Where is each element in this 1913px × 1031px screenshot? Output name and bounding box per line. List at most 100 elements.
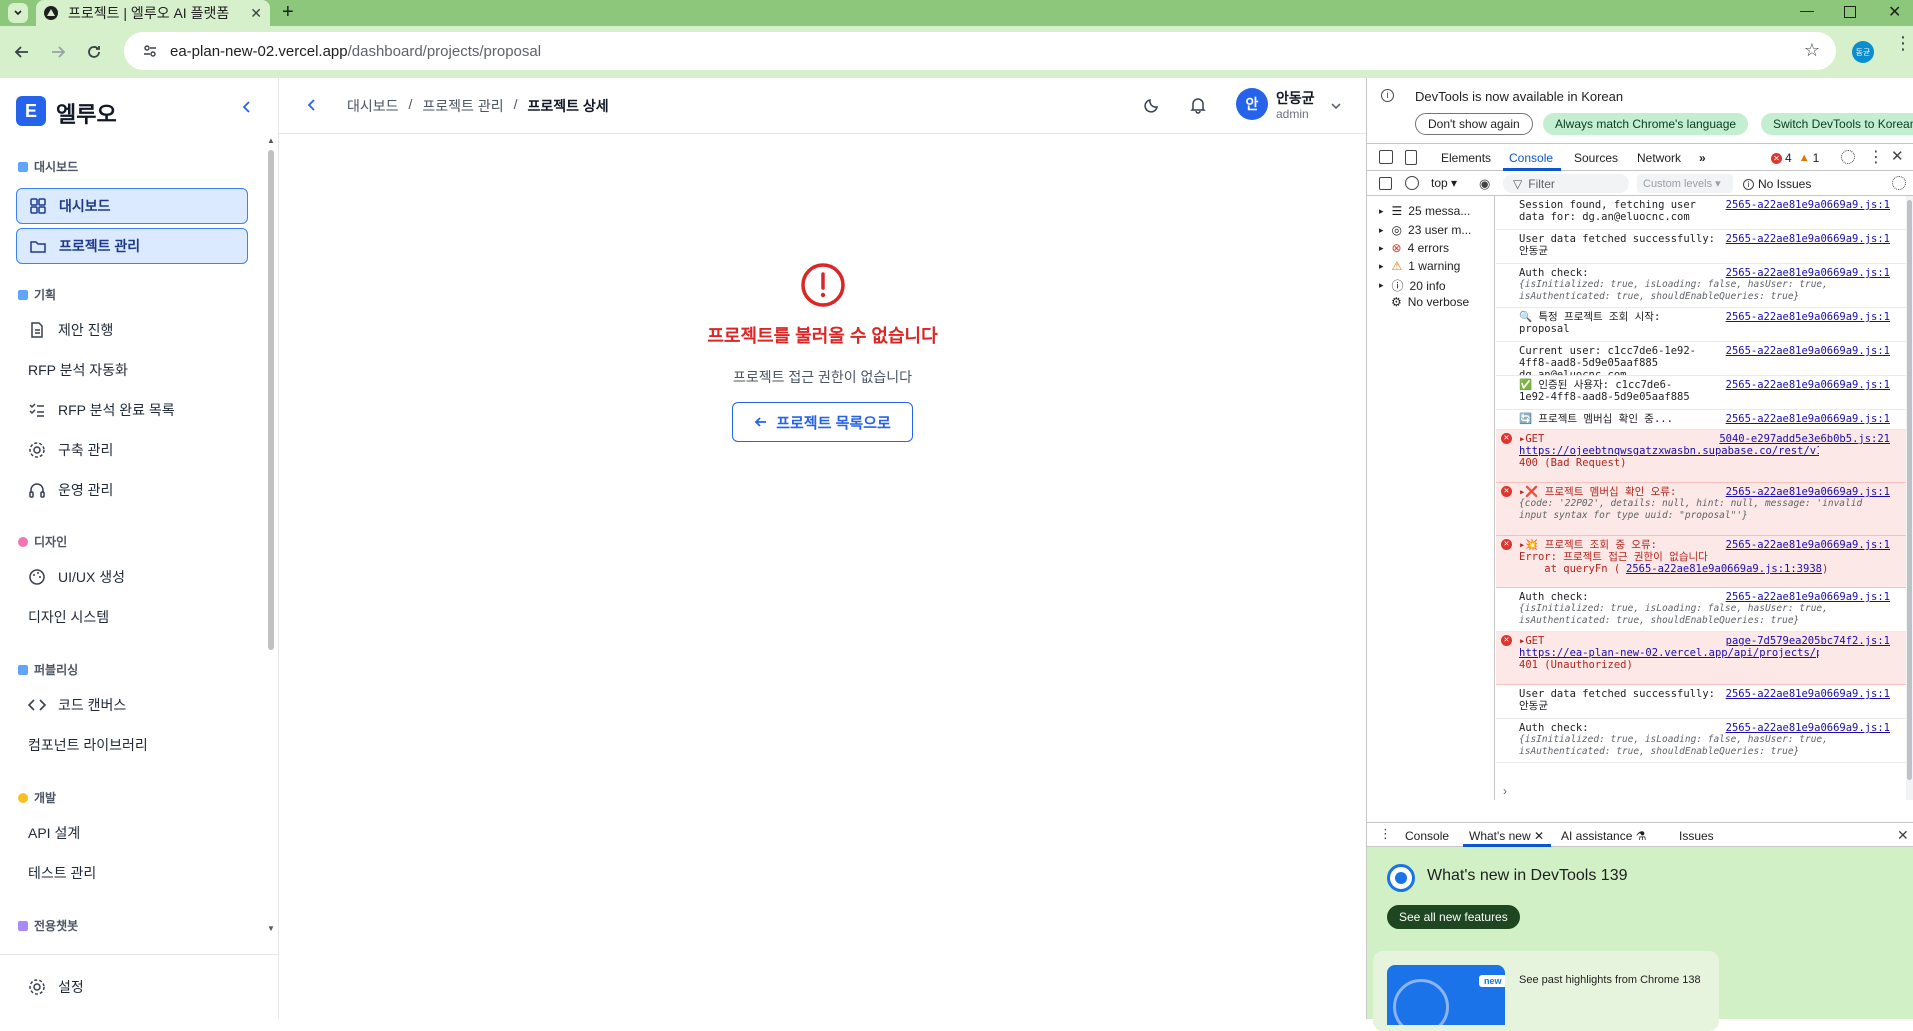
sidebar-item-settings[interactable]: 설정 — [16, 969, 248, 1005]
back-button[interactable] — [10, 40, 34, 64]
log-source-link[interactable]: 5040-e297add5e3e6b0b5.js:21 — [1719, 433, 1890, 445]
console-prompt[interactable]: › — [1503, 784, 1507, 798]
log-source-link[interactable]: 2565-a22ae81e9a0669a9.js:1 — [1726, 199, 1890, 211]
tab-elements[interactable]: Elements — [1441, 151, 1491, 165]
sidebar-toggle-icon[interactable] — [1379, 177, 1392, 190]
issue-counters[interactable]: ✕ 4 ▲ 1 — [1771, 151, 1819, 165]
sidebar-warnings[interactable]: ▸ ⚠ 1 warning — [1379, 259, 1460, 273]
console-log-row[interactable]: 🔍 특정 프로젝트 조회 시작: proposal 2565-a22ae81e9a… — [1496, 308, 1913, 342]
browser-tab[interactable]: 프로젝트 | 엘루오 AI 플랫폼 ✕ — [36, 0, 270, 26]
minimize-button[interactable]: — — [1800, 2, 1814, 18]
sidebar-item-projects[interactable]: 프로젝트 관리 — [16, 228, 248, 264]
sidebar-item-proposal[interactable]: 제안 진행 — [16, 312, 248, 348]
log-link[interactable]: https://ea-plan-new-02.vercel.app/api/pr… — [1519, 647, 1819, 659]
console-error-row[interactable]: ✕ ▸💥 프로젝트 조회 중 오류: Error: 프로젝트 접근 권한이 없습니… — [1496, 536, 1913, 588]
back-to-projects-button[interactable]: 프로젝트 목록으로 — [732, 402, 913, 442]
console-error-row[interactable]: ✕ ▸GET https://ea-plan-new-02.vercel.app/a… — [1496, 632, 1913, 685]
scrollbar-thumb[interactable] — [268, 150, 274, 650]
log-object[interactable]: {isInitialized: true, isLoading: false, … — [1519, 734, 1871, 758]
console-log-row[interactable]: 🔄 프로젝트 멤버십 확인 중... 2565-a22ae81e9a0669a9.… — [1496, 410, 1913, 430]
log-source-link[interactable]: 2565-a22ae81e9a0669a9.js:1 — [1726, 486, 1890, 498]
console-filter-input[interactable]: ▽ Filter — [1503, 174, 1629, 193]
log-source-link[interactable]: 2565-a22ae81e9a0669a9.js:1 — [1726, 267, 1890, 279]
eye-icon[interactable]: ◉ — [1479, 176, 1490, 192]
user-avatar[interactable]: 안 — [1236, 88, 1268, 120]
close-tab-icon[interactable]: ✕ — [1534, 829, 1544, 843]
sidebar-item-api-design[interactable]: API 설계 — [16, 815, 248, 851]
log-source-link[interactable]: 2565-a22ae81e9a0669a9.js:1 — [1726, 311, 1890, 323]
inspect-element-icon[interactable] — [1379, 150, 1393, 164]
log-source-link[interactable]: 2565-a22ae81e9a0669a9.js:1 — [1726, 345, 1890, 357]
sidebar-errors[interactable]: ▸ ⊗ 4 errors — [1379, 241, 1449, 255]
log-source-link[interactable]: 2565-a22ae81e9a0669a9.js:1 — [1726, 413, 1890, 425]
sidebar-item-operations[interactable]: 운영 관리 — [16, 472, 248, 508]
console-log-row[interactable]: Session found, fetching user data for: d… — [1496, 196, 1913, 230]
console-log-row[interactable]: User data fetched successfully: 안동균 2565-… — [1496, 230, 1913, 264]
console-log-row[interactable]: User data fetched successfully: 안동균 2565-… — [1496, 685, 1913, 719]
tab-console[interactable]: Console — [1509, 151, 1553, 165]
sidebar-item-build[interactable]: 구축 관리 — [16, 432, 248, 468]
log-source-link[interactable]: 2565-a22ae81e9a0669a9.js:1 — [1726, 688, 1890, 700]
log-levels-dropdown[interactable]: Custom levels ▾ — [1637, 174, 1733, 193]
devtools-menu-icon[interactable]: ⋮ — [1868, 147, 1884, 167]
profile-avatar[interactable]: 동균 — [1852, 41, 1874, 63]
log-source-link[interactable]: page-7d579ea205bc74f2.js:1 — [1726, 635, 1890, 647]
user-menu-button[interactable] — [1330, 100, 1342, 112]
sidebar-user-messages[interactable]: ▸ ◎ 23 user m... — [1379, 223, 1471, 237]
issues-indicator[interactable]: i No Issues — [1743, 177, 1811, 191]
drawer-tab-ai-assistance[interactable]: AI assistance ⚗ — [1561, 829, 1646, 843]
close-tab-icon[interactable]: ✕ — [250, 5, 262, 22]
drawer-tab-issues[interactable]: Issues — [1679, 829, 1714, 843]
restore-button[interactable] — [1844, 6, 1856, 18]
scroll-down-icon[interactable]: ▼ — [267, 924, 275, 933]
site-info-icon[interactable] — [142, 43, 158, 59]
sidebar-messages[interactable]: ▸ ☰ 25 messa... — [1379, 204, 1470, 218]
console-log-row[interactable]: ✅ 인증된 사용자: c1cc7de6- 1e92-4ff8-aad8-5d9e… — [1496, 376, 1913, 410]
back-nav-button[interactable] — [305, 98, 319, 112]
sidebar-item-design-system[interactable]: 디자인 시스템 — [16, 599, 248, 635]
sidebar-info[interactable]: ▸ ⓘ 20 info — [1379, 277, 1446, 294]
log-link[interactable]: https://ojeebtnqwsgatzxwasbn.supabase.co… — [1519, 445, 1819, 457]
close-drawer-icon[interactable]: ✕ — [1897, 827, 1909, 844]
breadcrumb-projects[interactable]: 프로젝트 관리 — [422, 96, 503, 116]
log-source-link[interactable]: 2565-a22ae81e9a0669a9.js:1 — [1726, 722, 1890, 734]
drawer-tab-console[interactable]: Console — [1405, 829, 1449, 843]
highlight-card[interactable]: new See past highlights from Chrome 138 — [1373, 951, 1719, 1031]
context-selector[interactable]: top ▾ — [1431, 176, 1457, 190]
close-window-button[interactable]: ✕ — [1888, 2, 1901, 22]
clear-console-icon[interactable] — [1405, 176, 1419, 190]
console-scrollbar[interactable] — [1906, 196, 1913, 800]
sidebar-verbose[interactable]: ⚙ No verbose — [1391, 295, 1469, 309]
log-object[interactable]: {isInitialized: true, isLoading: false, … — [1519, 603, 1871, 627]
settings-gear-icon[interactable] — [1841, 150, 1855, 164]
log-object[interactable]: {isInitialized: true, isLoading: false, … — [1519, 279, 1871, 303]
new-tab-button[interactable]: + — [282, 1, 294, 24]
tab-network[interactable]: Network — [1637, 151, 1681, 165]
more-tabs-icon[interactable]: » — [1699, 151, 1706, 165]
sidebar-item-test-management[interactable]: 테스트 관리 — [16, 855, 248, 891]
switch-to-korean-button[interactable]: Switch DevTools to Korean — [1761, 113, 1913, 135]
bookmark-star-icon[interactable]: ☆ — [1804, 40, 1820, 61]
forward-button[interactable] — [46, 40, 70, 64]
sidebar-item-component-library[interactable]: 컴포넌트 라이브러리 — [16, 727, 248, 763]
browser-menu-icon[interactable]: ⋮ — [1894, 34, 1912, 52]
sidebar-item-uiux[interactable]: UI/UX 생성 — [16, 559, 248, 595]
sidebar-scrollbar[interactable]: ▲ ▼ — [267, 136, 275, 936]
log-source-link[interactable]: 2565-a22ae81e9a0669a9.js:1 — [1726, 379, 1890, 391]
console-error-row[interactable]: ✕ ▸❌ 프로젝트 멤버십 확인 오류: {code: '22P02', detai… — [1496, 483, 1913, 536]
close-devtools-icon[interactable]: ✕ — [1891, 147, 1904, 165]
log-source-link[interactable]: 2565-a22ae81e9a0669a9.js:1 — [1726, 233, 1890, 245]
console-log-row[interactable]: Auth check: {isInitialized: true, isLoadi… — [1496, 588, 1913, 632]
console-log-row[interactable]: Auth check: {isInitialized: true, isLoadi… — [1496, 719, 1913, 763]
match-chrome-language-button[interactable]: Always match Chrome's language — [1543, 113, 1749, 135]
drawer-menu-icon[interactable]: ⋮ — [1379, 826, 1392, 842]
sidebar-item-rfp-automation[interactable]: RFP 분석 자동화 — [16, 352, 248, 388]
sidebar-item-rfp-completed[interactable]: RFP 분석 완료 목록 — [16, 392, 248, 428]
console-log-row[interactable]: Auth check: {isInitialized: true, isLoadi… — [1496, 264, 1913, 308]
dark-mode-toggle[interactable] — [1143, 96, 1161, 114]
drawer-tab-whats-new[interactable]: What's new ✕ — [1469, 829, 1544, 843]
address-bar[interactable]: ea-plan-new-02.vercel.app/dashboard/proj… — [124, 32, 1836, 70]
tab-sources[interactable]: Sources — [1574, 151, 1618, 165]
tab-search-button[interactable] — [8, 3, 28, 23]
see-all-features-button[interactable]: See all new features — [1387, 905, 1520, 929]
